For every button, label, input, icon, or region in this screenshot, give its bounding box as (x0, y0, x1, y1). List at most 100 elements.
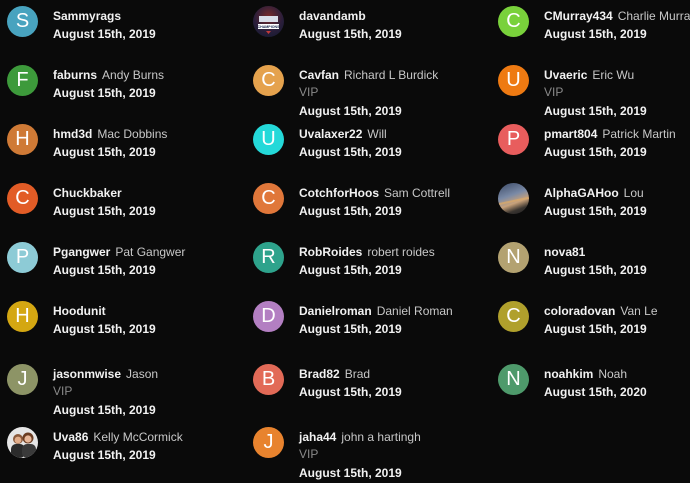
username-link[interactable]: CotchforHoos (299, 186, 379, 200)
user-full-name: robert roides (367, 245, 435, 259)
user-avatar[interactable]: C (498, 6, 529, 37)
user-title-vip: VIP (299, 447, 319, 461)
champions-logo-graphic: CHAMPIONS (258, 16, 280, 34)
user-card[interactable]: Nnoahkim Noah August 15th, 2020 (491, 364, 690, 420)
user-card[interactable]: C Chuckbaker August 15th, 2019 (0, 183, 230, 239)
user-title-vip: VIP (544, 85, 564, 99)
join-date: August 15th, 2019 (53, 86, 156, 100)
user-card[interactable]: AlphaGAHoo Lou August 15th, 2019 (491, 183, 690, 239)
user-avatar[interactable]: P (498, 124, 529, 155)
user-avatar[interactable]: CHAMPIONS (253, 6, 284, 37)
user-avatar[interactable]: F (7, 65, 38, 96)
user-card[interactable]: Ppmart804 Patrick Martin August 15th, 2019 (491, 124, 690, 180)
user-avatar[interactable]: N (498, 364, 529, 395)
user-avatar[interactable]: C (7, 183, 38, 214)
username-link[interactable]: RobRoides (299, 245, 362, 259)
user-full-name: Will (367, 127, 387, 141)
user-avatar[interactable]: R (253, 242, 284, 273)
join-date: August 15th, 2019 (544, 27, 647, 41)
landscape-photo (498, 196, 529, 206)
user-avatar[interactable]: P (7, 242, 38, 273)
user-card[interactable]: Jjasonmwise Jason VIP August 15th, 2019 (0, 364, 230, 420)
user-card[interactable]: R RobRoides robert roides August 15th, 2019 (246, 242, 476, 298)
user-name-line: jaha44 john a hartingh (299, 430, 421, 445)
username-link[interactable]: davandamb (299, 9, 366, 23)
join-date: August 15th, 2019 (53, 145, 156, 159)
user-title-vip: VIP (53, 384, 73, 398)
user-avatar[interactable]: N (498, 242, 529, 273)
user-full-name: Andy Burns (102, 68, 165, 82)
join-date: August 15th, 2020 (544, 385, 647, 399)
user-card[interactable]: H Hoodunit August 15th, 2019 (0, 301, 230, 357)
user-name-line: faburns Andy Burns (53, 68, 164, 83)
user-title-vip: VIP (299, 85, 319, 99)
user-avatar[interactable]: J (253, 427, 284, 458)
user-card[interactable]: U Uvaeric Eric Wu VIP August 15th, 2019 (491, 65, 690, 121)
username-link[interactable]: jasonmwise (53, 367, 121, 381)
user-avatar[interactable]: S (7, 6, 38, 37)
user-name-line: Uvaeric Eric Wu (544, 68, 634, 83)
username-link[interactable]: Hoodunit (53, 304, 106, 318)
join-date: August 15th, 2019 (53, 403, 156, 417)
user-avatar[interactable]: C (253, 65, 284, 96)
user-card[interactable]: Uva86 Kelly McCormick August 15th, 2019 (0, 427, 230, 483)
username-link[interactable]: AlphaGAHoo (544, 186, 619, 200)
user-avatar[interactable] (7, 427, 38, 458)
user-card[interactable]: B Brad82 Brad August 15th, 2019 (246, 364, 476, 420)
user-card[interactable]: Hhmd3d Mac Dobbins August 15th, 2019 (0, 124, 230, 180)
username-link[interactable]: Danielroman (299, 304, 372, 318)
username-link[interactable]: Sammyrags (53, 9, 121, 23)
user-card[interactable]: U Uvalaxer22 Will August 15th, 2019 (246, 124, 476, 180)
user-avatar[interactable]: D (253, 301, 284, 332)
username-link[interactable]: Chuckbaker (53, 186, 122, 200)
user-avatar[interactable]: H (7, 124, 38, 155)
user-full-name: Pat Gangwer (115, 245, 186, 259)
user-card[interactable]: S Sammyrags August 15th, 2019 (0, 6, 230, 62)
user-name-line: hmd3d Mac Dobbins (53, 127, 167, 142)
user-avatar[interactable]: B (253, 364, 284, 395)
user-avatar[interactable]: H (7, 301, 38, 332)
user-card[interactable]: Jjaha44 john a hartingh VIP August 15th, 20… (246, 427, 476, 483)
username-link[interactable]: Uvalaxer22 (299, 127, 362, 141)
user-avatar[interactable]: U (498, 65, 529, 96)
user-full-name: Jason (126, 367, 159, 381)
username-link[interactable]: CMurray434 (544, 9, 613, 23)
user-avatar[interactable]: J (7, 364, 38, 395)
join-date: August 15th, 2019 (544, 263, 647, 277)
user-card[interactable]: C CMurray434 Charlie Murray August 15th, 20… (491, 6, 690, 62)
username-link[interactable]: Uva86 (53, 430, 88, 444)
username-link[interactable]: hmd3d (53, 127, 92, 141)
user-card[interactable]: D Danielroman Daniel Roman August 15th, 201… (246, 301, 476, 357)
join-date: August 15th, 2019 (299, 145, 402, 159)
join-date: August 15th, 2019 (544, 322, 647, 336)
user-card[interactable]: P Pgangwer Pat Gangwer August 15th, 2019 (0, 242, 230, 298)
user-card[interactable]: C Cavfan Richard L Burdick VIP August 15th, … (246, 65, 476, 121)
user-card[interactable]: Ffaburns Andy Burns August 15th, 2019 (0, 65, 230, 121)
user-card[interactable]: Ccoloradovan Van Le August 15th, 2019 (491, 301, 690, 357)
username-link[interactable]: Pgangwer (53, 245, 110, 259)
user-full-name: Brad (344, 367, 371, 381)
username-link[interactable]: Brad82 (299, 367, 340, 381)
username-link[interactable]: nova81 (544, 245, 585, 259)
user-card[interactable]: C CotchforHoos Sam Cottrell August 15th, 20… (246, 183, 476, 239)
username-link[interactable]: coloradovan (544, 304, 615, 318)
join-date: August 15th, 2019 (299, 104, 402, 118)
user-card[interactable]: Nnova81 August 15th, 2019 (491, 242, 690, 298)
user-avatar[interactable]: U (253, 124, 284, 155)
user-avatar[interactable] (498, 183, 529, 214)
user-full-name: john a hartingh (341, 430, 421, 444)
user-avatar[interactable]: C (253, 183, 284, 214)
username-link[interactable]: noahkim (544, 367, 593, 381)
user-avatar[interactable]: C (498, 301, 529, 332)
username-link[interactable]: Cavfan (299, 68, 339, 82)
user-full-name: Charlie Murray (617, 9, 690, 23)
join-date: August 15th, 2019 (299, 322, 402, 336)
user-full-name: Daniel Roman (376, 304, 453, 318)
username-link[interactable]: pmart804 (544, 127, 597, 141)
username-link[interactable]: Uvaeric (544, 68, 587, 82)
username-link[interactable]: jaha44 (299, 430, 336, 444)
user-full-name: Van Le (620, 304, 658, 318)
username-link[interactable]: faburns (53, 68, 97, 82)
user-card[interactable]: CHAMPIONS davandamb August 15th, 2019 (246, 6, 476, 62)
user-full-name: Patrick Martin (602, 127, 676, 141)
